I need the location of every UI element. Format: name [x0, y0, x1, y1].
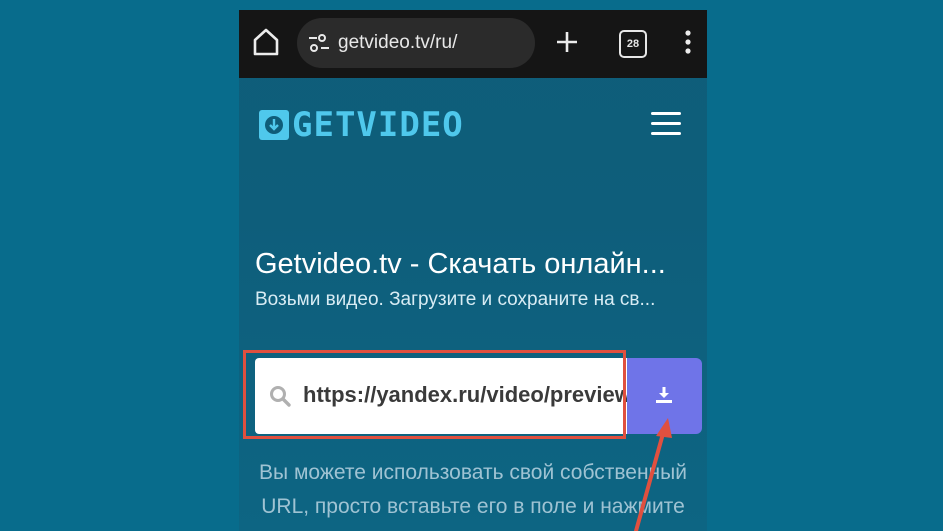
home-button[interactable]: [251, 26, 281, 58]
download-button[interactable]: [627, 358, 702, 434]
tab-switcher-button[interactable]: 28: [619, 30, 647, 58]
page-title: Getvideo.tv - Скачать онлайн...: [255, 248, 666, 280]
hint-line-1: Вы можете использовать свой собственный: [259, 461, 687, 484]
browser-toolbar: getvideo.tv/ru/ 28: [239, 10, 707, 78]
address-bar[interactable]: getvideo.tv/ru/: [297, 18, 535, 68]
url-text: getvideo.tv/ru/: [338, 32, 458, 53]
more-options-button[interactable]: [681, 28, 695, 56]
url-input-value: https://yandex.ru/video/preview: [303, 382, 627, 407]
url-input[interactable]: https://yandex.ru/video/preview: [255, 358, 627, 434]
site-logo[interactable]: GETVIDEO: [259, 108, 464, 142]
phone-screen: getvideo.tv/ru/ 28 GETVIDEO Getvideo.tv …: [239, 10, 707, 531]
site-settings-icon[interactable]: [308, 33, 330, 53]
hamburger-menu-button[interactable]: [651, 110, 683, 138]
hint-line-2: URL, просто вставьте его в поле и нажмит…: [261, 495, 685, 518]
hint-text: Вы можете использовать свой собственный …: [255, 456, 691, 524]
download-logo-icon: [259, 110, 289, 140]
tab-count: 28: [626, 38, 640, 50]
logo-text: GETVIDEO: [292, 105, 464, 145]
home-icon: [253, 28, 279, 56]
new-tab-button[interactable]: [555, 28, 579, 56]
search-icon: [270, 386, 291, 407]
hamburger-icon: [651, 112, 681, 115]
more-vert-icon: [685, 30, 691, 54]
download-icon: [656, 387, 672, 403]
page-subtitle: Возьми видео. Загрузите и сохраните на с…: [255, 289, 656, 310]
plus-icon: [557, 32, 577, 52]
